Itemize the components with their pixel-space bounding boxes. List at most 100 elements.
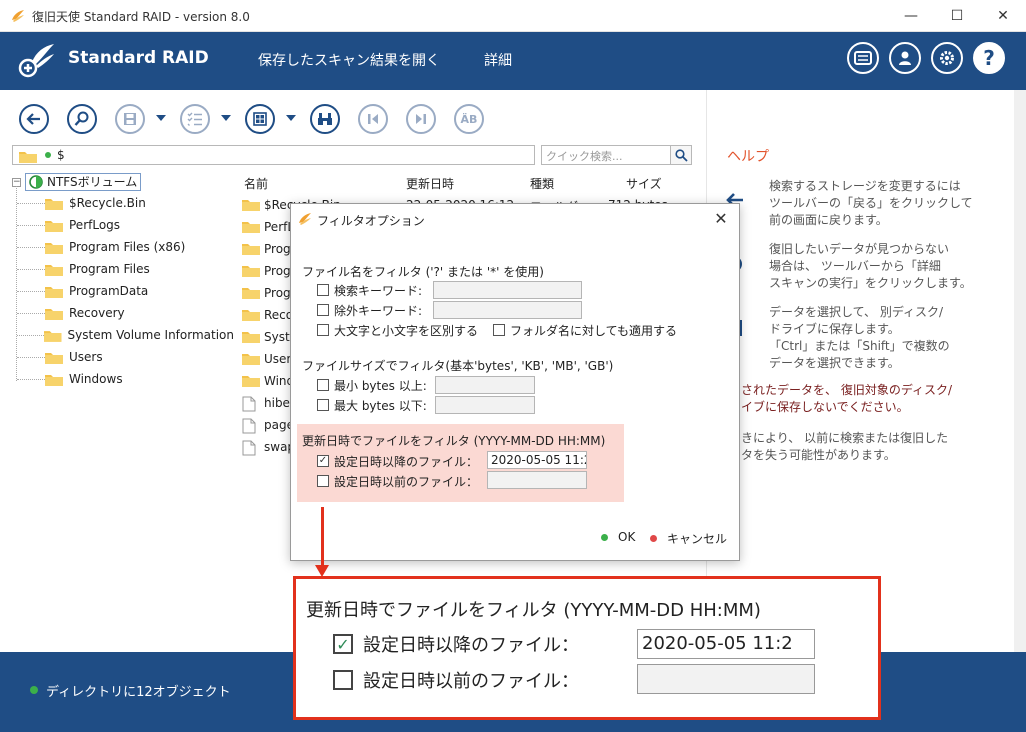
folder-icon: [45, 264, 63, 276]
list-button[interactable]: [180, 104, 210, 134]
min-size-checkbox[interactable]: [317, 379, 329, 391]
dialog-close-button[interactable]: ✕: [711, 208, 731, 228]
column-date[interactable]: 更新日時: [406, 175, 454, 192]
max-size-input[interactable]: [435, 396, 535, 414]
folder-icon: [242, 222, 260, 233]
quick-search-input[interactable]: クイック検索...: [541, 145, 671, 165]
advanced-menu[interactable]: 詳細: [484, 50, 512, 70]
before-date-checkbox[interactable]: [317, 475, 329, 487]
before-date-label: 設定日時以前のファイル：: [334, 475, 479, 489]
next-button[interactable]: [406, 104, 436, 134]
logo-icon: [18, 44, 54, 78]
status-text: ディレクトリに12オブジェクト: [46, 685, 231, 700]
folder-icon: [242, 310, 260, 321]
tree-root-name: NTFSボリューム: [47, 175, 138, 189]
search-icon: [74, 111, 89, 126]
help-button[interactable]: ?: [973, 42, 1005, 74]
message-button[interactable]: [847, 42, 879, 74]
view-icon: [253, 112, 267, 126]
after-date-checkbox[interactable]: ✓: [317, 455, 329, 467]
size-filter-heading: ファイルサイズでフィルタ(基本'bytes', 'KB', 'MB', 'GB'…: [302, 359, 614, 373]
tree-root[interactable]: − NTFSボリューム: [12, 172, 142, 192]
view-dropdown-arrow[interactable]: [286, 115, 296, 121]
tree-line: [17, 202, 45, 204]
folder-icon: [242, 244, 260, 255]
list-dropdown-arrow[interactable]: [221, 115, 231, 121]
before-date-input[interactable]: [487, 471, 587, 489]
folder-icon: [242, 266, 260, 277]
tree-root-label[interactable]: NTFSボリューム: [25, 173, 142, 191]
exclude-keyword-checkbox[interactable]: [317, 304, 329, 316]
tree-item[interactable]: PerfLogs: [12, 214, 234, 236]
open-scan-results-menu[interactable]: 保存したスキャン結果を開く: [258, 50, 440, 70]
exclude-keyword-input[interactable]: [433, 301, 582, 319]
help-line: 検索するストレージを変更するには: [769, 179, 961, 193]
tree-item-label: Windows: [69, 372, 123, 386]
column-size[interactable]: サイズ: [626, 175, 662, 192]
tree-item-label: System Volume Information: [67, 328, 234, 342]
row-icon: [242, 330, 260, 346]
after-date-input[interactable]: 2020-05-05 11:2: [487, 451, 587, 469]
angel-wing-icon: [299, 213, 311, 225]
include-keyword-input[interactable]: [433, 281, 582, 299]
case-sensitive-checkbox[interactable]: [317, 324, 329, 336]
find-button[interactable]: [310, 104, 340, 134]
tree-item[interactable]: Recovery: [12, 302, 234, 324]
help-line: スキャンの実行」をクリックします。: [769, 276, 972, 290]
account-button[interactable]: [889, 42, 921, 74]
row-icon: [242, 418, 256, 437]
include-keyword-checkbox[interactable]: [317, 284, 329, 296]
zoom-callout: 更新日時でファイルをフィルタ (YYYY-MM-DD HH:MM) ✓ 設定日時…: [293, 576, 881, 720]
tree-item[interactable]: Users: [12, 346, 234, 368]
tree-item[interactable]: Program Files: [12, 258, 234, 280]
quick-search-button[interactable]: [670, 145, 692, 165]
cancel-button[interactable]: キャンセル: [650, 530, 727, 547]
row-icon: [242, 220, 260, 236]
folder-icon: [242, 376, 260, 387]
tree-item[interactable]: System Volume Information: [12, 324, 234, 346]
help-line: データを選択できます。: [769, 356, 900, 370]
help-overwrite-text: きにより、 以前に検索または復旧した タを失う可能性があります。: [741, 430, 948, 464]
save-dropdown-arrow[interactable]: [156, 115, 166, 121]
path-bar[interactable]: $: [12, 145, 535, 165]
back-button[interactable]: [19, 104, 49, 134]
column-name[interactable]: 名前: [244, 175, 268, 192]
tree-item[interactable]: ProgramData: [12, 280, 234, 302]
help-line: されたデータを、 復旧対象のディスク/: [741, 383, 953, 397]
case-button[interactable]: ÄB: [454, 104, 484, 134]
tree-item[interactable]: Program Files (x86): [12, 236, 234, 258]
file-icon: [242, 418, 256, 434]
tree-item[interactable]: $Recycle.Bin: [12, 192, 234, 214]
ok-button[interactable]: OK: [601, 530, 635, 544]
maximize-button[interactable]: ☐: [934, 0, 980, 32]
search-button[interactable]: [67, 104, 97, 134]
column-type[interactable]: 種類: [530, 175, 554, 192]
folder-icon: [19, 152, 37, 163]
help-line: 前の画面に戻ります。: [769, 213, 888, 227]
title-bar: 復旧天使 Standard RAID - version 8.0 — ☐ ✕: [0, 0, 1026, 32]
apply-folder-checkbox[interactable]: [493, 324, 505, 336]
help-title: ヘルプ: [727, 149, 769, 165]
save-button[interactable]: [115, 104, 145, 134]
folder-icon: [45, 198, 63, 210]
settings-button[interactable]: [931, 42, 963, 74]
max-size-checkbox[interactable]: [317, 399, 329, 411]
view-button[interactable]: [245, 104, 275, 134]
volume-icon: [29, 175, 43, 189]
min-size-input[interactable]: [435, 376, 535, 394]
previous-button[interactable]: [358, 104, 388, 134]
close-button[interactable]: ✕: [980, 0, 1026, 32]
tree-line: [17, 246, 45, 248]
after-date-label: 設定日時以降のファイル：: [334, 455, 479, 469]
row-icon: [242, 440, 256, 459]
help-line: 「Ctrl」または「Shift」で複数の: [769, 339, 950, 353]
minimize-button[interactable]: —: [888, 0, 934, 32]
search-icon: [674, 148, 688, 162]
help-scrollbar[interactable]: [1014, 90, 1026, 652]
folder-icon: [242, 354, 260, 365]
dialog-title: フィルタオプション: [317, 214, 425, 228]
folder-icon: [45, 374, 63, 386]
help-back-text: 検索するストレージを変更するには ツールバーの「戻る」をクリックして 前の画面に…: [769, 178, 973, 229]
tree-item-label: PerfLogs: [69, 218, 121, 232]
tree-item[interactable]: Windows: [12, 368, 234, 390]
